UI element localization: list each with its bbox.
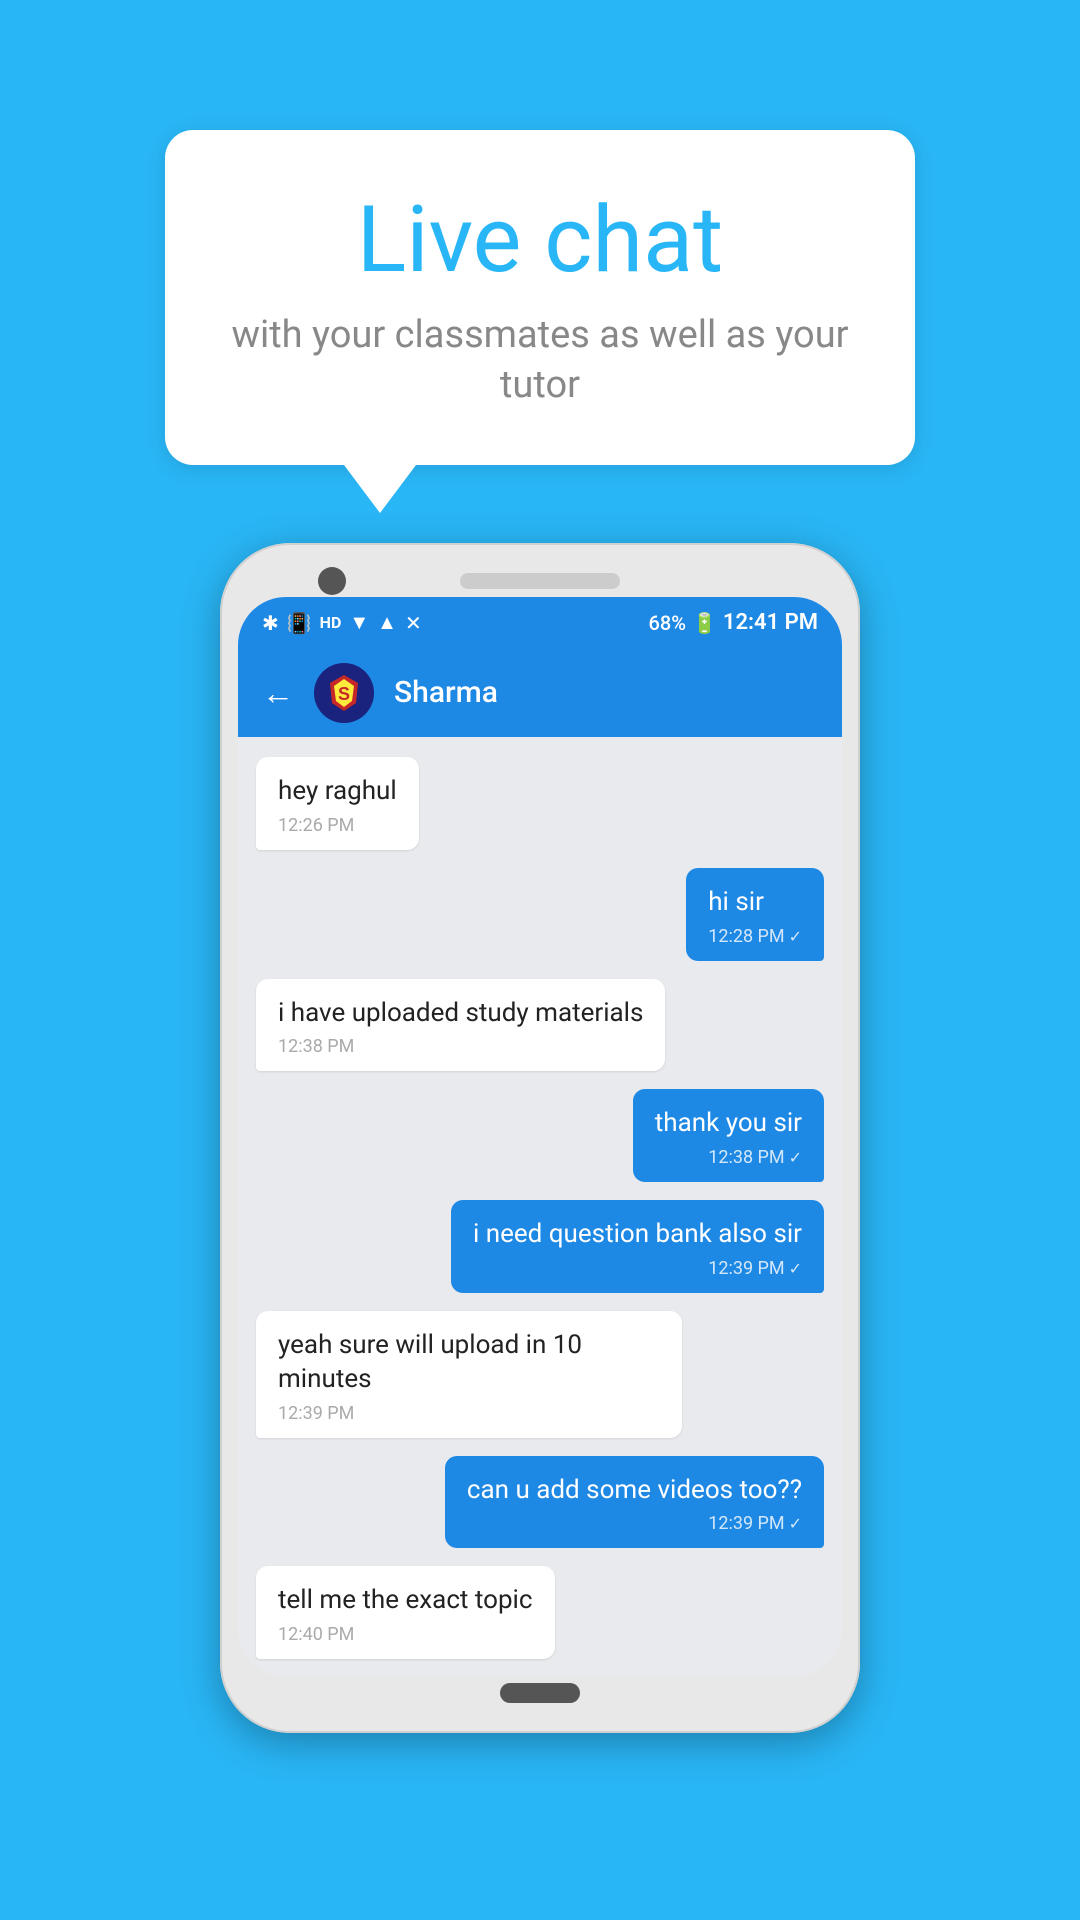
message-text: thank you sir <box>655 1107 802 1141</box>
vibrate-icon: 📳 <box>287 611 312 635</box>
message-text: yeah sure will upload in 10 minutes <box>278 1329 660 1397</box>
speech-bubble: Live chat with your classmates as well a… <box>165 130 915 465</box>
back-button[interactable]: ← <box>262 674 294 712</box>
phone-wrapper: ✱ 📳 HD ▼ ▲ ✕ 68% 🔋 12:41 PM ← <box>220 543 860 1733</box>
message-item: thank you sir 12:38 PM ✓ <box>633 1089 824 1182</box>
message-text: i need question bank also sir <box>473 1218 802 1252</box>
phone-frame: ✱ 📳 HD ▼ ▲ ✕ 68% 🔋 12:41 PM ← <box>220 543 860 1733</box>
message-item: can u add some videos too?? 12:39 PM ✓ <box>445 1456 824 1549</box>
bluetooth-icon: ✱ <box>262 611 279 635</box>
message-time: 12:38 PM ✓ <box>655 1147 802 1168</box>
phone-bottom <box>238 1683 842 1715</box>
message-item: yeah sure will upload in 10 minutes 12:39… <box>256 1311 682 1438</box>
signal-icon: ▲ <box>377 610 397 635</box>
message-text: hey raghul <box>278 775 397 809</box>
status-bar: ✱ 📳 HD ▼ ▲ ✕ 68% 🔋 12:41 PM <box>238 597 842 649</box>
battery-percent: 68% <box>649 611 686 635</box>
message-time: 12:39 PM ✓ <box>473 1258 802 1279</box>
hd-icon: HD <box>320 613 342 632</box>
phone-top <box>238 561 842 597</box>
data-icon: ✕ <box>405 611 422 635</box>
check-icon: ✓ <box>789 1148 802 1167</box>
main-title: Live chat <box>225 190 855 291</box>
check-icon: ✓ <box>789 1259 802 1278</box>
status-left-icons: ✱ 📳 HD ▼ ▲ ✕ <box>262 610 422 635</box>
message-text: i have uploaded study materials <box>278 997 643 1031</box>
message-time: 12:39 PM <box>278 1403 660 1424</box>
message-text: can u add some videos too?? <box>467 1474 802 1508</box>
check-icon: ✓ <box>789 927 802 946</box>
message-item: hi sir 12:28 PM ✓ <box>686 868 824 961</box>
message-item: tell me the exact topic 12:40 PM <box>256 1566 555 1659</box>
message-item: i have uploaded study materials 12:38 PM <box>256 979 665 1072</box>
clock: 12:41 PM <box>723 610 818 635</box>
message-item: i need question bank also sir 12:39 PM ✓ <box>451 1200 824 1293</box>
message-time: 12:40 PM <box>278 1624 533 1645</box>
message-text: hi sir <box>708 886 802 920</box>
message-time: 12:26 PM <box>278 815 397 836</box>
phone-screen: ✱ 📳 HD ▼ ▲ ✕ 68% 🔋 12:41 PM ← <box>238 597 842 1677</box>
contact-name: Sharma <box>394 675 498 710</box>
app-header: ← S Sharma <box>238 649 842 737</box>
speaker <box>460 573 620 589</box>
message-time: 12:39 PM ✓ <box>467 1513 802 1534</box>
chat-area[interactable]: hey raghul 12:26 PM hi sir 12:28 PM ✓ i have… <box>238 737 842 1677</box>
message-text: tell me the exact topic <box>278 1584 533 1618</box>
message-time: 12:28 PM ✓ <box>708 926 802 947</box>
superman-avatar-icon: S <box>318 667 370 719</box>
battery-icon: 🔋 <box>692 611 717 635</box>
status-right: 68% 🔋 12:41 PM <box>649 610 818 635</box>
message-time: 12:38 PM <box>278 1036 643 1057</box>
camera-icon <box>318 567 346 595</box>
home-indicator <box>500 1683 580 1703</box>
wifi-icon: ▼ <box>349 610 369 635</box>
svg-text:S: S <box>338 684 350 704</box>
bubble-tail <box>344 465 416 513</box>
check-icon: ✓ <box>789 1514 802 1533</box>
message-item: hey raghul 12:26 PM <box>256 757 419 850</box>
avatar: S <box>314 663 374 723</box>
speech-bubble-card: Live chat with your classmates as well a… <box>165 130 915 513</box>
subtitle: with your classmates as well as your tut… <box>225 311 855 410</box>
